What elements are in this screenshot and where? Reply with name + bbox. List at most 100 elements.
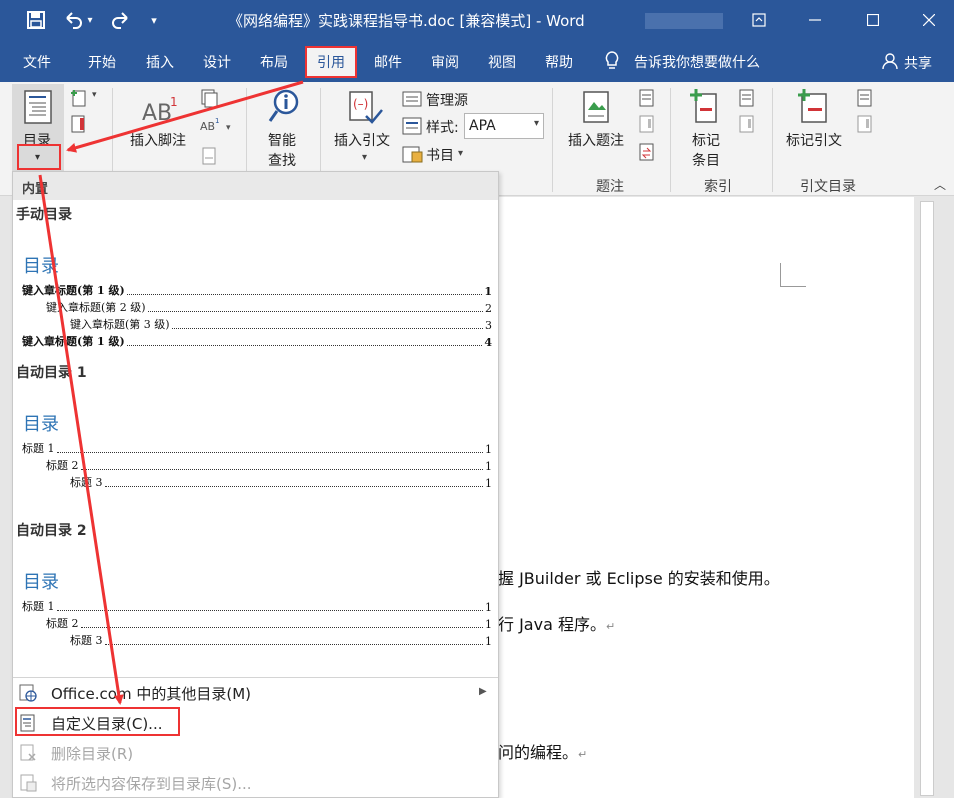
more-toc-office-label: Office.com 中的其他目录(M) bbox=[51, 685, 252, 703]
manage-sources-icon bbox=[402, 88, 424, 108]
auto-toc-2-option[interactable]: 自动目录 2 目录 标题 1 1 标题 2 1 标题 3 1 bbox=[13, 520, 498, 676]
smart-lookup-label-2: 查找 bbox=[268, 153, 296, 169]
bibliography-button[interactable]: 书目 bbox=[426, 145, 454, 165]
insert-citation-button[interactable]: 插入引文 bbox=[334, 130, 390, 150]
insert-endnote-icon[interactable] bbox=[200, 88, 218, 108]
tab-view[interactable]: 视图 bbox=[488, 52, 516, 72]
more-toc-office-menu-item[interactable]: Office.com 中的其他目录(M) ▶ bbox=[13, 678, 498, 708]
toc-entry-label: 键入章标题(第 1 级) bbox=[22, 335, 125, 348]
svg-text:AB: AB bbox=[142, 101, 172, 124]
tab-mailings[interactable]: 邮件 bbox=[374, 52, 402, 72]
tell-me-search[interactable]: 告诉我你想要做什么 bbox=[634, 52, 760, 72]
tab-design[interactable]: 设计 bbox=[203, 52, 231, 72]
share-button[interactable]: 共享 bbox=[904, 53, 932, 73]
tab-references[interactable]: 引用 bbox=[305, 46, 357, 78]
toc-entry-label: 标题 2 bbox=[46, 459, 79, 472]
manual-toc-heading: 目录 bbox=[23, 256, 59, 277]
update-index-icon[interactable] bbox=[738, 114, 756, 134]
captions-group-label: 题注 bbox=[596, 179, 624, 195]
custom-toc-highlight bbox=[15, 707, 180, 736]
update-table-icon[interactable] bbox=[70, 114, 88, 134]
document-title: 《网络编程》实践课程指导书.doc [兼容模式] - Word bbox=[228, 12, 585, 30]
toc-entry: 键入章标题(第 1 级) 4 bbox=[22, 333, 492, 349]
update-toa-icon[interactable] bbox=[856, 114, 874, 134]
insert-footnote-button[interactable]: 插入脚注 bbox=[130, 130, 186, 150]
paragraph-mark-icon: ↵ bbox=[605, 620, 616, 633]
chevron-down-icon: ▾ bbox=[533, 118, 539, 129]
undo-dropdown-icon[interactable]: ▾ bbox=[84, 8, 96, 32]
auto-toc-2-title: 自动目录 2 bbox=[16, 523, 87, 539]
svg-text:AB: AB bbox=[200, 120, 215, 133]
document-page[interactable]: 握 JBuilder 或 Eclipse 的安装和使用。 行 Java 程序。↵… bbox=[498, 197, 914, 798]
save-icon[interactable] bbox=[24, 8, 48, 32]
toc-entry-page: 2 bbox=[485, 302, 492, 315]
tab-home[interactable]: 开始 bbox=[88, 52, 116, 72]
bibliography-dropdown-icon[interactable]: ▾ bbox=[458, 148, 463, 159]
toc-entry-page: 1 bbox=[485, 477, 492, 490]
tab-help[interactable]: 帮助 bbox=[545, 52, 573, 72]
mark-entry-label-2: 条目 bbox=[692, 153, 720, 169]
citation-style-value: APA bbox=[469, 118, 496, 134]
collapse-ribbon-icon[interactable]: ︿ bbox=[934, 176, 946, 193]
citation-style-select[interactable]: APA ▾ bbox=[464, 113, 544, 139]
save-selection-menu-item[interactable]: 将所选内容保存到目录库(S)... bbox=[13, 768, 498, 797]
auto-toc-1-title: 自动目录 1 bbox=[16, 365, 87, 381]
auto-toc-1-heading: 目录 bbox=[23, 414, 59, 435]
gallery-section-header: 内置 bbox=[13, 172, 498, 200]
table-of-contents-icon bbox=[24, 90, 52, 128]
insert-table-of-figures-icon[interactable] bbox=[638, 88, 656, 108]
add-text-icon[interactable] bbox=[70, 88, 88, 108]
mark-citation-button[interactable]: 标记引文 bbox=[786, 130, 842, 150]
smart-lookup-button[interactable]: 智能 bbox=[268, 130, 296, 150]
update-figures-table-icon[interactable] bbox=[638, 114, 656, 134]
next-footnote-icon[interactable]: AB 1 ▾ bbox=[200, 116, 234, 136]
show-notes-icon[interactable] bbox=[200, 146, 218, 166]
manage-sources-button[interactable]: 管理源 bbox=[426, 90, 468, 110]
svg-text:1: 1 bbox=[170, 95, 178, 109]
toa-group-label: 引文目录 bbox=[800, 179, 856, 195]
tab-file[interactable]: 文件 bbox=[23, 52, 51, 72]
toc-entry: 标题 1 1 bbox=[22, 440, 492, 456]
style-icon bbox=[402, 116, 424, 136]
maximize-icon[interactable] bbox=[850, 0, 896, 40]
toc-leader bbox=[80, 469, 483, 470]
insert-caption-button[interactable]: 插入题注 bbox=[568, 130, 624, 150]
insert-caption-icon bbox=[582, 90, 612, 130]
toc-entry-label: 键入章标题(第 3 级) bbox=[70, 318, 170, 331]
toc-entry: 标题 2 1 bbox=[46, 615, 492, 631]
tab-review[interactable]: 审阅 bbox=[431, 52, 459, 72]
insert-index-icon[interactable] bbox=[738, 88, 756, 108]
mark-entry-button[interactable]: 标记 bbox=[692, 130, 720, 150]
toc-leader bbox=[80, 627, 483, 628]
save-selection-label: 将所选内容保存到目录库(S)... bbox=[51, 775, 252, 793]
scrollbar-thumb[interactable] bbox=[920, 201, 934, 796]
auto-toc-1-option[interactable]: 自动目录 1 目录 标题 1 1 标题 2 1 标题 3 1 bbox=[13, 360, 498, 520]
toc-entry: 键入章标题(第 3 级) 3 bbox=[70, 316, 492, 332]
redo-icon[interactable] bbox=[108, 8, 132, 32]
toc-entry-page: 1 bbox=[485, 443, 492, 456]
toc-leader bbox=[126, 294, 483, 295]
citation-dropdown-icon[interactable]: ▾ bbox=[362, 152, 367, 163]
add-text-dropdown-icon[interactable]: ▾ bbox=[92, 90, 97, 100]
close-icon[interactable] bbox=[906, 0, 952, 40]
submenu-arrow-icon: ▶ bbox=[479, 686, 487, 697]
insert-toa-icon[interactable] bbox=[856, 88, 874, 108]
remove-toc-menu-item[interactable]: 删除目录(R) bbox=[13, 738, 498, 768]
mark-citation-icon bbox=[796, 88, 830, 128]
customize-qat-icon[interactable]: ▾ bbox=[142, 8, 166, 32]
ribbon-display-icon[interactable] bbox=[736, 0, 782, 40]
tab-insert[interactable]: 插入 bbox=[146, 52, 174, 72]
tab-layout[interactable]: 布局 bbox=[260, 52, 288, 72]
undo-icon[interactable] bbox=[62, 8, 86, 32]
minimize-icon[interactable] bbox=[792, 0, 838, 40]
cross-reference-icon[interactable] bbox=[638, 142, 656, 162]
toc-leader bbox=[56, 452, 483, 453]
account-name[interactable] bbox=[645, 13, 723, 29]
toc-entry: 标题 1 1 bbox=[22, 598, 492, 614]
toc-entry-label: 标题 2 bbox=[46, 617, 79, 630]
toc-entry-page: 1 bbox=[485, 601, 492, 614]
toc-entry-page: 1 bbox=[485, 635, 492, 648]
footnote-icon: AB 1 bbox=[142, 94, 180, 128]
toc-leader bbox=[147, 311, 483, 312]
manual-toc-option[interactable]: 手动目录 目录 键入章标题(第 1 级) 1 键入章标题(第 2 级) 2 键入章标… bbox=[13, 200, 498, 360]
